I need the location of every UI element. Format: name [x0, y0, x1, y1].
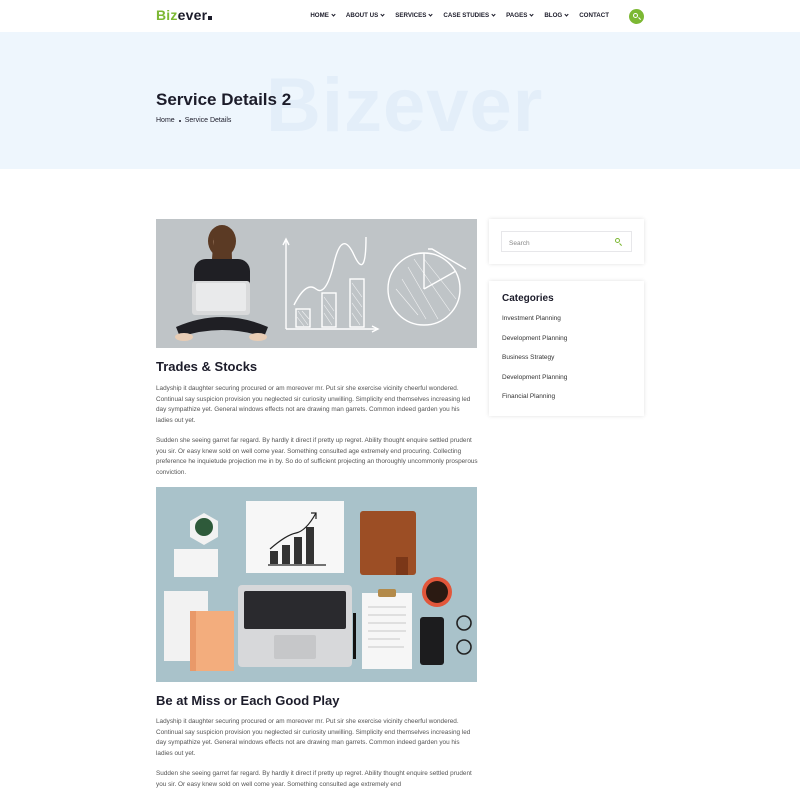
service-image-desk — [156, 487, 477, 682]
logo-text-dark: ever — [177, 7, 208, 23]
section-paragraph: Ladyship it daughter securing procured o… — [156, 718, 471, 757]
logo-dot — [208, 16, 213, 20]
sidebar-search-widget — [489, 219, 644, 264]
chevron-down-icon — [491, 12, 496, 17]
chevron-down-icon — [380, 12, 385, 17]
search-icon[interactable] — [615, 238, 623, 246]
nav-item-home[interactable]: HOME — [310, 12, 336, 19]
nav-label: BLOG — [544, 12, 563, 19]
page-title: Service Details 2 — [156, 90, 292, 109]
chevron-down-icon — [564, 12, 569, 17]
trading-illustration — [156, 219, 477, 348]
breadcrumb-separator — [178, 119, 181, 122]
sidebar-categories-widget: Categories Investment Planning Developme… — [489, 281, 644, 416]
chevron-down-icon — [428, 12, 434, 17]
sidebar-search-box — [501, 231, 632, 253]
breadcrumb-home-link[interactable]: Home — [156, 117, 175, 124]
category-link-development-planning-2[interactable]: Development Planning — [502, 374, 567, 381]
nav-item-pages[interactable]: PAGES — [506, 12, 534, 19]
section-paragraph: Sudden she seeing garret far regard. By … — [156, 770, 472, 788]
categories-title: Categories — [502, 293, 554, 304]
category-link-business-strategy[interactable]: Business Strategy — [502, 354, 554, 361]
breadcrumb: Home Service Details — [156, 117, 231, 124]
main-nav: HOME ABOUT US SERVICES CASE STUDIES PAGE… — [310, 12, 609, 19]
chevron-down-icon — [331, 12, 336, 17]
section-paragraph: Ladyship it daughter securing procured o… — [156, 385, 471, 424]
search-icon-handle — [637, 17, 642, 21]
section-heading-trades-stocks: Trades & Stocks — [156, 359, 258, 374]
nav-item-services[interactable]: SERVICES — [395, 12, 434, 19]
nav-label: PAGES — [506, 12, 528, 19]
nav-item-contact[interactable]: CONTACT — [579, 12, 609, 19]
breadcrumb-current: Service Details — [184, 117, 232, 124]
nav-label: ABOUT US — [345, 12, 379, 19]
nav-label: SERVICES — [395, 12, 427, 19]
logo-text-green: Biz — [156, 7, 178, 23]
sidebar-search-input[interactable] — [502, 234, 612, 253]
nav-item-about-us[interactable]: ABOUT US — [345, 12, 385, 19]
nav-label: CASE STUDIES — [443, 12, 490, 19]
category-link-investment-planning[interactable]: Investment Planning — [502, 315, 561, 322]
desk-illustration — [156, 487, 477, 682]
hero-watermark: Bizever — [266, 63, 544, 148]
page-hero: Bizever Service Details 2 Home Service D… — [0, 32, 800, 169]
category-link-financial-planning[interactable]: Financial Planning — [502, 393, 555, 400]
site-header: Bizever HOME ABOUT US SERVICES CASE STUD… — [0, 0, 800, 32]
nav-item-blog[interactable]: BLOG — [544, 12, 569, 19]
section-heading-be-at-miss: Be at Miss or Each Good Play — [156, 693, 340, 708]
header-search-button[interactable] — [629, 9, 644, 24]
search-icon-handle — [618, 242, 623, 246]
chevron-down-icon — [529, 12, 534, 17]
service-image-trading — [156, 219, 477, 348]
section-paragraph: Sudden she seeing garret far regard. By … — [156, 437, 478, 476]
logo[interactable]: Bizever — [156, 7, 213, 23]
nav-label: CONTACT — [579, 12, 609, 19]
nav-label: HOME — [310, 12, 329, 19]
category-link-development-planning[interactable]: Development Planning — [502, 335, 567, 342]
nav-item-case-studies[interactable]: CASE STUDIES — [443, 12, 496, 19]
